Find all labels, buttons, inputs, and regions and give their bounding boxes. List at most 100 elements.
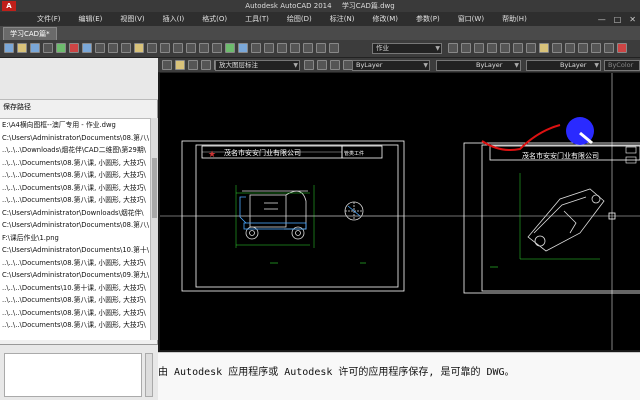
print-icon[interactable] <box>43 43 53 53</box>
menu-view[interactable]: 视图(V) <box>111 12 153 26</box>
workspace-select[interactable]: 作业 ▼ <box>372 43 442 54</box>
dim-style-icon[interactable] <box>474 43 484 53</box>
list-item[interactable]: ..\..\..\Documents\10.第十课, 小圆形, 大技巧\ <box>0 282 150 295</box>
menu-edit[interactable]: 编辑(E) <box>70 12 112 26</box>
list-item[interactable]: ..\..\..\Documents\08.第八课, 小圆形, 大技巧\ <box>0 294 150 307</box>
markup-icon[interactable] <box>277 43 287 53</box>
design-center-icon[interactable] <box>238 43 248 53</box>
list-item[interactable]: C:\Users\Administrator\Documents\08.第八\ <box>0 219 150 232</box>
menu-draw[interactable]: 绘图(D) <box>278 12 321 26</box>
list-item[interactable]: ..\..\..\Documents\08.第八课, 小圆形, 大技巧\ <box>0 182 150 195</box>
path-list[interactable]: E:\A4横向图框--澳厂专用 - 作业.dwg C:\Users\Admini… <box>0 118 150 340</box>
calculator-icon[interactable] <box>290 43 300 53</box>
chevron-down-icon: ▼ <box>435 45 440 52</box>
hatch-icon[interactable] <box>539 43 549 53</box>
tab-active-file[interactable]: 学习CAD篇* <box>3 27 57 40</box>
list-item[interactable]: ..\..\..\Downloads\烟花伴\CAD二维图\第29期\ <box>0 144 150 157</box>
lineweight-value: ByLayer <box>560 61 587 69</box>
list-item[interactable]: ..\..\..\Documents\08.第八课, 小圆形, 大技巧\ <box>0 319 150 332</box>
make-current-icon[interactable] <box>304 60 314 70</box>
menu-help[interactable]: 帮助(H) <box>493 12 536 26</box>
path-list-scrollbar[interactable] <box>150 118 158 340</box>
menu-parametric[interactable]: 参数(P) <box>407 12 449 26</box>
close-icon[interactable]: ✕ <box>629 15 636 24</box>
list-item[interactable]: ..\..\..\Documents\08.第八课, 小圆形, 大技巧\ <box>0 307 150 320</box>
undo-icon[interactable] <box>147 43 157 53</box>
list-item[interactable]: ..\..\..\Documents\08.第八课, 小圆形, 大技巧\ <box>0 194 150 207</box>
chevron-down-icon: ▼ <box>594 62 599 69</box>
match-layer-icon[interactable] <box>317 60 327 70</box>
redo-icon[interactable] <box>160 43 170 53</box>
list-item[interactable]: ..\..\..\Documents\08.第八课, 小圆形, 大技巧\ <box>0 157 150 170</box>
list-item[interactable]: C:\Users\Administrator\Documents\09.第九\ <box>0 269 150 282</box>
command-message-bar: 由 Autodesk 应用程序或 Autodesk 许可的应用程序保存, 是可靠… <box>158 352 640 400</box>
toolbar-left-icons <box>4 43 339 53</box>
text-style-icon[interactable] <box>461 43 471 53</box>
list-item[interactable]: ..\..\..\Documents\08.第八课, 小圆形, 大技巧\ <box>0 257 150 270</box>
block-icon[interactable] <box>513 43 523 53</box>
region-icon[interactable] <box>565 43 575 53</box>
layer-state-icon[interactable] <box>162 60 172 70</box>
measure-icon[interactable] <box>303 43 313 53</box>
lineweight-select[interactable]: ByLayer ▼ <box>526 60 601 71</box>
sheet-set-icon[interactable] <box>264 43 274 53</box>
new-icon[interactable] <box>4 43 14 53</box>
layer-manager-icon[interactable] <box>448 43 458 53</box>
menu-format[interactable]: 格式(O) <box>193 12 236 26</box>
table-style-icon[interactable] <box>487 43 497 53</box>
menu-modify[interactable]: 修改(M) <box>363 12 407 26</box>
save-icon[interactable] <box>30 43 40 53</box>
sun-icon[interactable] <box>188 60 198 70</box>
preview-icon[interactable] <box>56 43 66 53</box>
zoom-previous-icon[interactable] <box>212 43 222 53</box>
zoom-icon[interactable] <box>186 43 196 53</box>
linetype-value: ByLayer <box>476 61 503 69</box>
sphere-icon[interactable] <box>82 43 92 53</box>
drawing-canvas[interactable]: 茂名市安安门业有限公司 管类工件 ★ 茂名市安安门业有限公司 <box>160 73 640 350</box>
list-item[interactable]: ..\..\..\Documents\08.第八课, 小圆形, 大技巧\ <box>0 169 150 182</box>
list-item[interactable]: F:\课后作业\1.png <box>0 232 150 245</box>
list-item[interactable]: E:\A4横向图框--澳厂专用 - 作业.dwg <box>0 119 150 132</box>
paste-icon[interactable] <box>121 43 131 53</box>
list-item[interactable]: C:\Users\Administrator\Documents\08.第八\ <box>0 132 150 145</box>
attribute-icon[interactable] <box>604 43 614 53</box>
lock-icon[interactable] <box>201 60 211 70</box>
table-icon[interactable] <box>578 43 588 53</box>
menu-insert[interactable]: 插入(I) <box>154 12 194 26</box>
multileader-icon[interactable] <box>500 43 510 53</box>
copy-icon[interactable] <box>108 43 118 53</box>
minimize-icon[interactable]: — <box>598 15 606 24</box>
list-item[interactable]: C:\Users\Administrator\Documents\10.第十\ <box>0 244 150 257</box>
part-label: 管类工件 <box>344 150 364 157</box>
polyline-icon[interactable] <box>329 43 339 53</box>
scrollbar-thumb[interactable] <box>152 158 157 218</box>
menu-tools[interactable]: 工具(T) <box>236 12 278 26</box>
preview-scrollbar[interactable] <box>145 353 153 397</box>
menu-dimension[interactable]: 标注(N) <box>321 12 364 26</box>
open-icon[interactable] <box>17 43 27 53</box>
pan-icon[interactable] <box>173 43 183 53</box>
isolate-icon[interactable] <box>330 60 340 70</box>
color-value: ByLayer <box>356 61 383 69</box>
linetype-select[interactable]: ByLayer ▼ <box>436 60 521 71</box>
restore-icon[interactable]: □ <box>614 15 622 24</box>
publish-icon[interactable] <box>69 43 79 53</box>
match-icon[interactable] <box>134 43 144 53</box>
layer-select[interactable]: 放大图层标注 ▼ <box>215 60 300 71</box>
plotstyle-select[interactable]: ByColor <box>604 60 640 71</box>
tool-palette-icon[interactable] <box>251 43 261 53</box>
color-select[interactable]: ByLayer ▼ <box>352 60 430 71</box>
zoom-window-icon[interactable] <box>199 43 209 53</box>
insert-icon[interactable] <box>526 43 536 53</box>
cut-icon[interactable] <box>95 43 105 53</box>
erase-icon[interactable] <box>617 43 627 53</box>
bulb-icon[interactable] <box>175 60 185 70</box>
line-icon[interactable] <box>316 43 326 53</box>
properties-icon[interactable] <box>225 43 235 53</box>
layer-tool-icons <box>304 60 353 70</box>
menu-window[interactable]: 窗口(W) <box>449 12 493 26</box>
list-item[interactable]: C:\Users\Administrator\Downloads\烟花伴\ <box>0 207 150 220</box>
mtext-icon[interactable] <box>591 43 601 53</box>
menu-file[interactable]: 文件(F) <box>28 12 70 26</box>
gradient-icon[interactable] <box>552 43 562 53</box>
